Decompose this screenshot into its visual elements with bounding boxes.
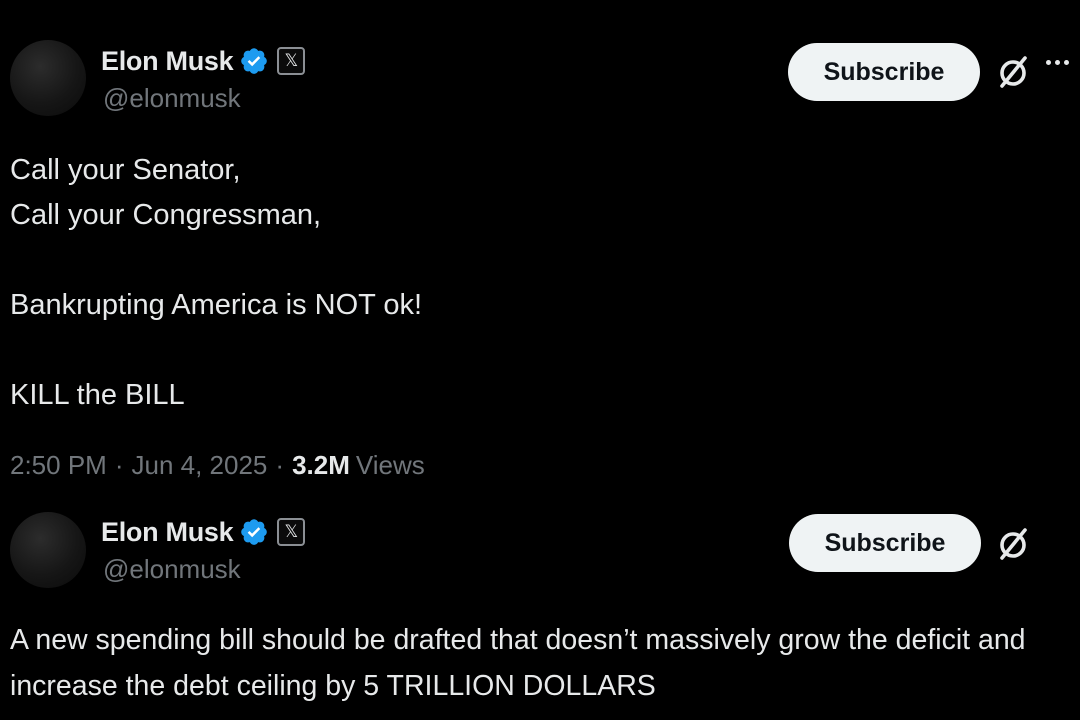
author-handle[interactable]: @elonmusk [103,554,241,585]
verified-badge-icon[interactable] [239,46,269,76]
x-logo-icon[interactable]: 𝕏 [277,47,306,75]
post-text: Call your Senator, Call your Congressman… [10,154,423,411]
post[interactable]: Elon Musk 𝕏 @elonmusk Subscribe Call you… [0,0,1080,500]
author-display-name[interactable]: Elon Musk [101,46,234,77]
post-metadata: 2:50 PM · Jun 4, 2025 · 3.2M Views [10,450,425,481]
author-handle[interactable]: @elonmusk [103,83,241,114]
post-date[interactable]: Jun 4, 2025 [132,450,268,481]
grok-icon[interactable] [993,52,1033,92]
author-name-row: Elon Musk 𝕏 [101,44,306,78]
separator: · [275,450,285,480]
more-options-icon[interactable] [1046,60,1069,65]
avatar[interactable] [10,512,86,588]
author-name-row: Elon Musk 𝕏 [101,515,306,549]
subscribe-button[interactable]: Subscribe [789,514,981,572]
avatar[interactable] [10,40,86,116]
post-time[interactable]: 2:50 PM [10,450,107,481]
verified-badge-icon[interactable] [239,517,269,547]
separator: · [114,450,124,480]
x-logo-icon[interactable]: 𝕏 [277,518,306,546]
subscribe-button[interactable]: Subscribe [788,43,980,101]
post-text: A new spending bill should be drafted th… [10,624,1026,702]
author-display-name[interactable]: Elon Musk [101,517,234,548]
views-label[interactable]: Views [356,450,425,481]
grok-icon[interactable] [993,524,1033,564]
views-count[interactable]: 3.2M [292,450,350,481]
post[interactable]: Elon Musk 𝕏 @elonmusk Subscribe A new sp… [0,500,1080,720]
